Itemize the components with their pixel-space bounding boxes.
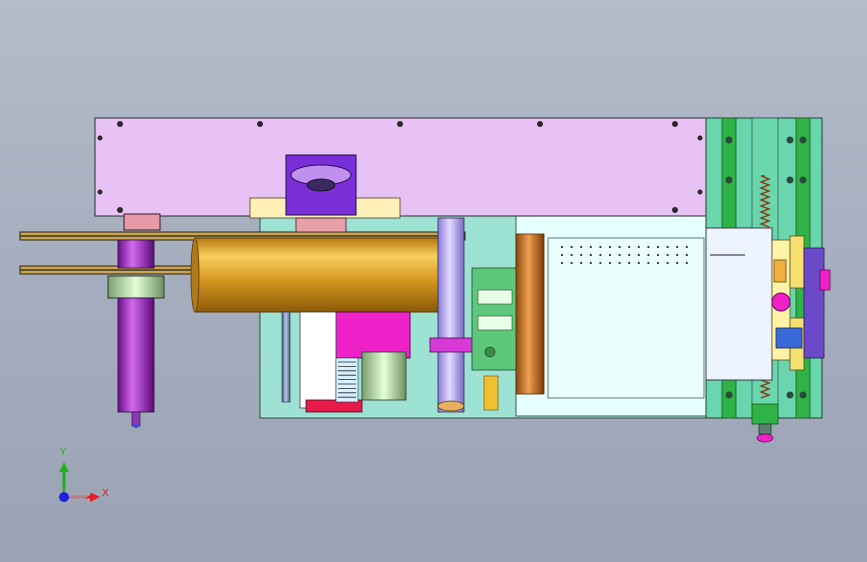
panel-hole — [666, 245, 669, 249]
panel-hole — [628, 261, 631, 265]
panel-hole — [560, 261, 564, 265]
cyan-panel[interactable] — [515, 215, 707, 417]
panel-hole — [618, 261, 621, 265]
panel-hole — [608, 261, 612, 265]
panel-hole — [570, 245, 573, 249]
panel-hole — [637, 245, 640, 249]
left-spindle[interactable] — [107, 213, 165, 428]
gold-roller[interactable] — [190, 237, 454, 313]
panel-hole — [666, 253, 669, 257]
panel-hole — [685, 253, 688, 257]
panel-hole — [628, 245, 631, 249]
panel-hole — [628, 253, 631, 257]
panel-hole — [618, 245, 621, 249]
panel-hole — [608, 245, 612, 249]
panel-hole — [637, 253, 640, 257]
panel-hole — [647, 245, 650, 249]
panel-hole — [666, 261, 669, 265]
right-rail-assembly[interactable] — [705, 117, 831, 443]
panel-hole — [599, 253, 602, 257]
panel-hole — [676, 245, 679, 249]
panel-hole — [560, 245, 564, 249]
drive-motor[interactable] — [299, 311, 411, 413]
panel-hole — [599, 245, 602, 249]
panel-hole — [589, 245, 592, 249]
cad-viewport[interactable]: Y X — [0, 0, 867, 562]
panel-hole — [560, 253, 564, 257]
panel-hole — [599, 261, 602, 265]
panel-hole — [580, 245, 583, 249]
panel-hole — [676, 253, 679, 257]
panel-hole — [647, 253, 650, 257]
panel-hole — [570, 261, 573, 265]
panel-hole — [676, 261, 679, 265]
top-frame-plate[interactable] — [94, 117, 708, 217]
guide-rod — [281, 311, 291, 403]
panel-hole — [618, 253, 621, 257]
panel-hole — [580, 253, 583, 257]
panel-hole — [570, 253, 573, 257]
panel-hole — [656, 261, 660, 265]
panel-hole — [589, 253, 592, 257]
panel-hole — [656, 245, 660, 249]
panel-hole — [685, 261, 688, 265]
panel-hole — [580, 261, 583, 265]
panel-hole — [685, 245, 688, 249]
panel-hole — [589, 261, 592, 265]
panel-hole — [647, 261, 650, 265]
panel-hole — [637, 261, 640, 265]
triad-x-label: X — [102, 488, 109, 499]
triad-y-label: Y — [59, 447, 67, 458]
panel-hole — [656, 253, 660, 257]
panel-hole — [608, 253, 612, 257]
copper-roller[interactable] — [515, 233, 545, 395]
coordinate-triad-icon: Y X — [59, 447, 109, 505]
